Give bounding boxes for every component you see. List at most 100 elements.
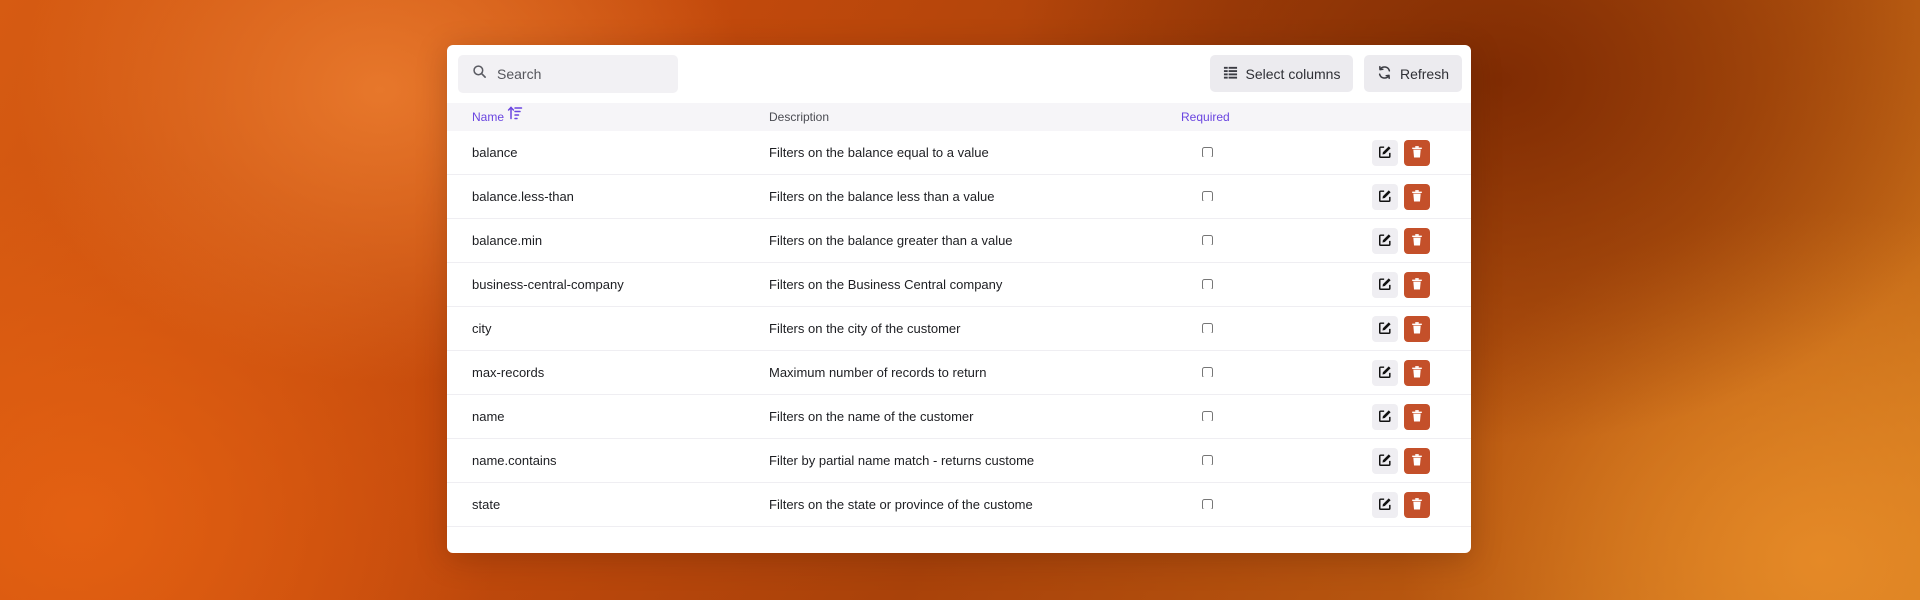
column-header-name[interactable]: Name bbox=[472, 103, 523, 131]
row-description: Filters on the Business Central company bbox=[769, 277, 1003, 292]
search-icon bbox=[472, 64, 487, 84]
trash-icon bbox=[1410, 233, 1424, 250]
edit-icon bbox=[1378, 189, 1392, 206]
delete-button[interactable] bbox=[1404, 448, 1430, 474]
column-header-description[interactable]: Description bbox=[769, 103, 829, 131]
edit-icon bbox=[1378, 453, 1392, 470]
table-header: Name Description Required bbox=[447, 103, 1471, 131]
required-checkbox[interactable] bbox=[1202, 455, 1213, 465]
delete-button[interactable] bbox=[1404, 272, 1430, 298]
edit-icon bbox=[1378, 277, 1392, 294]
required-checkbox[interactable] bbox=[1202, 279, 1213, 289]
required-cell bbox=[1202, 146, 1213, 157]
columns-icon bbox=[1223, 65, 1246, 83]
table-row: name Filters on the name of the customer bbox=[447, 395, 1471, 439]
edit-button[interactable] bbox=[1372, 316, 1398, 342]
row-name: balance.min bbox=[472, 233, 543, 248]
table-toolbar: Select columns Refresh bbox=[447, 45, 1471, 103]
edit-icon bbox=[1378, 145, 1392, 162]
trash-icon bbox=[1410, 453, 1424, 470]
table-row: city Filters on the city of the customer bbox=[447, 307, 1471, 351]
edit-icon bbox=[1378, 497, 1392, 514]
search-input[interactable] bbox=[495, 65, 669, 83]
trash-icon bbox=[1410, 497, 1424, 514]
edit-button[interactable] bbox=[1372, 360, 1398, 386]
parameters-table-card: Select columns Refresh Name Description … bbox=[447, 45, 1471, 553]
trash-icon bbox=[1410, 145, 1424, 162]
required-checkbox[interactable] bbox=[1202, 323, 1213, 333]
delete-button[interactable] bbox=[1404, 404, 1430, 430]
required-checkbox[interactable] bbox=[1202, 191, 1213, 201]
row-description: Filter by partial name match - returns c… bbox=[769, 453, 1035, 468]
trash-icon bbox=[1410, 365, 1424, 382]
edit-button[interactable] bbox=[1372, 140, 1398, 166]
delete-button[interactable] bbox=[1404, 316, 1430, 342]
required-cell bbox=[1202, 366, 1213, 377]
table-body: balance Filters on the balance equal to … bbox=[447, 131, 1471, 527]
row-name: name bbox=[472, 409, 505, 424]
table-row: business-central-company Filters on the … bbox=[447, 263, 1471, 307]
delete-button[interactable] bbox=[1404, 228, 1430, 254]
table-row: max-records Maximum number of records to… bbox=[447, 351, 1471, 395]
row-description: Filters on the city of the customer bbox=[769, 321, 961, 336]
trash-icon bbox=[1410, 189, 1424, 206]
required-cell bbox=[1202, 454, 1213, 465]
trash-icon bbox=[1410, 409, 1424, 426]
delete-button[interactable] bbox=[1404, 184, 1430, 210]
edit-button[interactable] bbox=[1372, 492, 1398, 518]
edit-button[interactable] bbox=[1372, 404, 1398, 430]
edit-icon bbox=[1378, 365, 1392, 382]
row-description: Filters on the balance less than a value bbox=[769, 189, 995, 204]
required-cell bbox=[1202, 190, 1213, 201]
select-columns-button[interactable]: Select columns bbox=[1210, 55, 1353, 92]
row-name: max-records bbox=[472, 365, 545, 380]
column-header-required[interactable]: Required bbox=[1181, 103, 1230, 131]
background: Select columns Refresh Name Description … bbox=[0, 0, 1920, 600]
trash-icon bbox=[1410, 277, 1424, 294]
row-name: state bbox=[472, 497, 501, 512]
edit-icon bbox=[1378, 321, 1392, 338]
trash-icon bbox=[1410, 321, 1424, 338]
row-description: Filters on the state or province of the … bbox=[769, 497, 1033, 512]
table-row: name.contains Filter by partial name mat… bbox=[447, 439, 1471, 483]
delete-button[interactable] bbox=[1404, 140, 1430, 166]
required-checkbox[interactable] bbox=[1202, 367, 1213, 377]
required-checkbox[interactable] bbox=[1202, 235, 1213, 245]
edit-button[interactable] bbox=[1372, 184, 1398, 210]
required-cell bbox=[1202, 498, 1213, 509]
required-cell bbox=[1202, 322, 1213, 333]
refresh-label: Refresh bbox=[1399, 65, 1450, 82]
refresh-button[interactable]: Refresh bbox=[1364, 55, 1462, 92]
row-description: Filters on the balance equal to a value bbox=[769, 145, 989, 160]
delete-button[interactable] bbox=[1404, 360, 1430, 386]
row-name: city bbox=[472, 321, 492, 336]
row-name: balance.less-than bbox=[472, 189, 574, 204]
required-checkbox[interactable] bbox=[1202, 411, 1213, 421]
refresh-icon bbox=[1377, 65, 1400, 83]
table-row: balance.less-than Filters on the balance… bbox=[447, 175, 1471, 219]
row-name: name.contains bbox=[472, 453, 557, 468]
delete-button[interactable] bbox=[1404, 492, 1430, 518]
row-name: balance bbox=[472, 145, 518, 160]
edit-button[interactable] bbox=[1372, 228, 1398, 254]
table-row: balance Filters on the balance equal to … bbox=[447, 131, 1471, 175]
required-cell bbox=[1202, 278, 1213, 289]
required-cell bbox=[1202, 410, 1213, 421]
row-description: Filters on the name of the customer bbox=[769, 409, 974, 424]
sort-ascending-icon bbox=[504, 103, 523, 131]
row-name: business-central-company bbox=[472, 277, 624, 292]
row-description: Filters on the balance greater than a va… bbox=[769, 233, 1013, 248]
edit-icon bbox=[1378, 233, 1392, 250]
row-description: Maximum number of records to return bbox=[769, 365, 987, 380]
edit-button[interactable] bbox=[1372, 448, 1398, 474]
edit-button[interactable] bbox=[1372, 272, 1398, 298]
edit-icon bbox=[1378, 409, 1392, 426]
required-checkbox[interactable] bbox=[1202, 499, 1213, 509]
required-cell bbox=[1202, 234, 1213, 245]
column-header-name-label: Name bbox=[472, 110, 505, 124]
search-box[interactable] bbox=[458, 55, 678, 93]
table-row: state Filters on the state or province o… bbox=[447, 483, 1471, 527]
table-row: balance.min Filters on the balance great… bbox=[447, 219, 1471, 263]
required-checkbox[interactable] bbox=[1202, 147, 1213, 157]
select-columns-label: Select columns bbox=[1245, 65, 1341, 82]
